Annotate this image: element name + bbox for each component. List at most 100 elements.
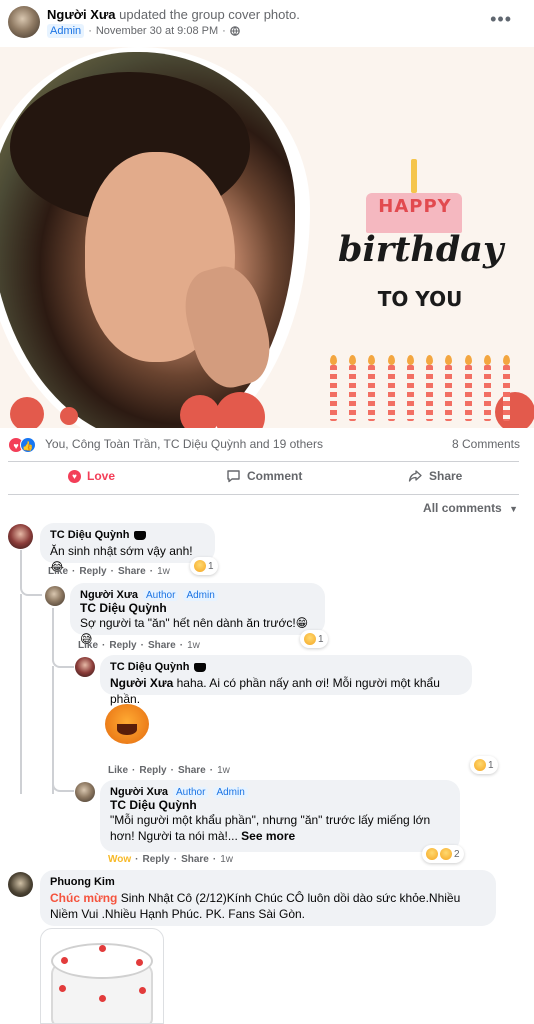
- action-bar: ♥ Love Comment Share: [8, 462, 519, 494]
- post-date[interactable]: November 30 at 9:08 PM: [96, 25, 218, 37]
- comment-reaction-count[interactable]: 1: [470, 756, 498, 774]
- cherry: [59, 985, 66, 992]
- commenter-name-row: TC Diệu Quỳnh: [50, 529, 205, 541]
- share-label: Share: [429, 469, 463, 483]
- like-reaction-icon: 👍: [20, 437, 36, 453]
- separator: ·: [209, 765, 214, 776]
- commenter-avatar[interactable]: [45, 586, 65, 606]
- post-author-line: Người Xưa updated the group cover photo.: [47, 7, 300, 22]
- candle: [445, 355, 453, 421]
- candle: [483, 355, 491, 421]
- reply-link[interactable]: Reply: [109, 640, 136, 651]
- comment-reaction-count[interactable]: 1: [190, 557, 218, 575]
- commenter-name[interactable]: Người Xưa: [80, 589, 138, 601]
- reaction-count: 1: [318, 633, 324, 645]
- comment-time[interactable]: 1w: [157, 566, 170, 577]
- like-link[interactable]: Like: [78, 640, 98, 651]
- admin-badge: Admin: [213, 786, 248, 798]
- commenter-name[interactable]: TC Diệu Quỳnh: [110, 661, 189, 673]
- reply-link[interactable]: Reply: [79, 566, 106, 577]
- post-header: Người Xưa updated the group cover photo.…: [0, 0, 534, 48]
- commenter-name[interactable]: Người Xưa: [110, 786, 168, 798]
- separator: ·: [110, 566, 114, 577]
- author-badge: Author: [142, 589, 179, 601]
- admin-badge: Admin: [183, 589, 218, 601]
- candle: [387, 355, 395, 421]
- comment-label: Comment: [247, 469, 303, 483]
- comment-reaction-count[interactable]: 1: [300, 630, 328, 648]
- author-name[interactable]: Người Xưa: [47, 7, 116, 22]
- commenter-name-row: TC Diệu Quỳnh: [110, 661, 462, 673]
- wow-link[interactable]: Wow: [108, 854, 131, 865]
- comment-filter-label: All comments: [423, 501, 502, 515]
- comment-time[interactable]: 1w: [217, 765, 230, 776]
- birthday-cake-sticker[interactable]: [40, 928, 164, 1024]
- share-link[interactable]: Share: [178, 765, 206, 776]
- commenter-name[interactable]: Phuong Kim: [50, 876, 115, 888]
- separator: ·: [179, 640, 184, 651]
- commenter-avatar[interactable]: [75, 657, 95, 677]
- commenter-avatar[interactable]: [8, 872, 33, 897]
- comment-icon: [227, 470, 240, 483]
- separator: ·: [102, 640, 106, 651]
- more-options-button[interactable]: •••: [490, 9, 512, 30]
- deco-dot: [180, 395, 220, 428]
- commenter-avatar[interactable]: [8, 524, 33, 549]
- separator: ·: [72, 566, 76, 577]
- cover-photo[interactable]: HAPPY birthday TO YOU: [0, 47, 534, 428]
- fan-badge-icon: [194, 662, 207, 672]
- reply-mention[interactable]: TC Diệu Quỳnh: [80, 601, 315, 615]
- comment-actions: Wow · Reply · Share · 1w: [108, 854, 233, 865]
- comment-time[interactable]: 1w: [220, 854, 233, 865]
- happy-text: HAPPY: [378, 196, 452, 217]
- haha-icon: [304, 633, 316, 645]
- reply-link[interactable]: Reply: [139, 765, 166, 776]
- share-button[interactable]: Share: [408, 469, 462, 483]
- love-label: Love: [87, 469, 116, 483]
- author-avatar[interactable]: [8, 6, 40, 38]
- reply-mention[interactable]: TC Diệu Quỳnh: [110, 798, 450, 812]
- cherry: [61, 957, 68, 964]
- heart-icon: ♥: [68, 469, 81, 483]
- thread-line: [20, 594, 22, 794]
- commenter-name[interactable]: TC Diệu Quỳnh: [50, 529, 129, 541]
- deco-dot: [215, 392, 265, 428]
- cherry: [99, 945, 106, 952]
- cake-candle: [411, 159, 417, 193]
- comment-reaction-count[interactable]: 2: [422, 845, 464, 863]
- portrait-photo: [0, 52, 295, 428]
- globe-icon: [230, 26, 240, 36]
- separator: ·: [173, 854, 178, 865]
- deco-dot: [10, 397, 44, 428]
- deco-dot: [60, 407, 78, 425]
- commenter-name-row: Phuong Kim: [50, 876, 486, 888]
- comment-count[interactable]: 8 Comments: [452, 437, 520, 451]
- share-link[interactable]: Share: [181, 854, 209, 865]
- comment-button[interactable]: Comment: [226, 469, 302, 483]
- like-link[interactable]: Like: [108, 765, 128, 776]
- candle: [330, 355, 337, 421]
- reply-link[interactable]: Reply: [143, 854, 170, 865]
- separator: ·: [212, 854, 217, 865]
- separator: ·: [170, 765, 174, 776]
- wow-icon: [440, 848, 452, 860]
- pumpkin-sticker: [105, 704, 149, 744]
- separator: ·: [149, 566, 154, 577]
- love-button[interactable]: ♥ Love: [68, 469, 115, 483]
- haha-icon: [474, 759, 486, 771]
- cherry: [139, 987, 146, 994]
- see-more-link[interactable]: See more: [241, 829, 295, 843]
- share-link[interactable]: Share: [118, 566, 146, 577]
- comment-actions: Like · Reply · Share · 1w: [108, 765, 230, 776]
- comment-filter-dropdown[interactable]: All comments ▼: [423, 501, 518, 515]
- share-link[interactable]: Share: [148, 640, 176, 651]
- comment-time[interactable]: 1w: [187, 640, 200, 651]
- commenter-name-row: Người Xưa Author Admin: [110, 786, 450, 798]
- like-link[interactable]: Like: [48, 566, 68, 577]
- cherry: [99, 995, 106, 1002]
- reaction-names[interactable]: You, Công Toàn Trần, TC Diệu Quỳnh and 1…: [45, 437, 323, 451]
- commenter-avatar[interactable]: [75, 782, 95, 802]
- caret-down-icon: ▼: [509, 504, 518, 514]
- reply-mention[interactable]: Người Xưa: [110, 676, 173, 690]
- reaction-icons[interactable]: ♥ 👍: [8, 437, 42, 453]
